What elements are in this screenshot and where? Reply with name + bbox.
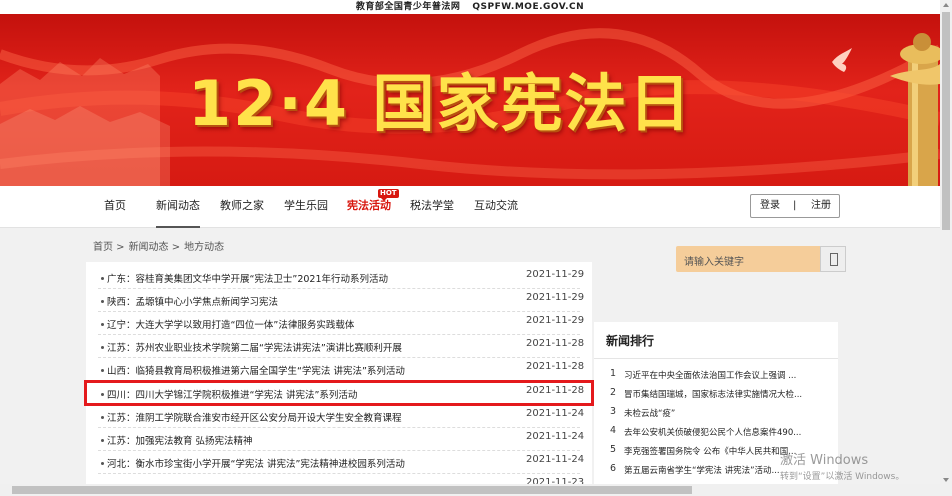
news-item-title[interactable]: 广东：容桂育美集团文华中学开展“宪法卫士”2021年行动系列活动 <box>107 271 497 285</box>
auth-separator: | <box>793 200 797 211</box>
bullet-icon <box>101 439 104 442</box>
ranking-heading: 新闻排行 <box>606 334 655 348</box>
news-item[interactable]: 江苏：苏州农业职业技术学院第二届“学宪法讲宪法”演讲比赛顺利开展 2021-11-… <box>86 336 592 358</box>
bullet-icon <box>101 346 104 349</box>
site-domain: QSPFW.MOE.GOV.CN <box>472 2 585 12</box>
ranking-item[interactable]: 3 未检云战“疫” <box>610 404 832 422</box>
ranking-number: 1 <box>610 368 617 379</box>
news-item[interactable]: 江苏：淮阴工学院联合淮安市经开区公安分局开设大学生安全教育课程 2021-11-2… <box>86 406 592 428</box>
nav-home[interactable]: 首页 <box>100 186 130 228</box>
ranking-number: 4 <box>610 425 617 436</box>
bullet-icon <box>101 369 104 372</box>
news-item-date: 2021-11-24 <box>526 431 585 442</box>
vertical-scrollbar[interactable] <box>940 0 952 496</box>
breadcrumb-news[interactable]: 新闻动态 > <box>129 242 181 253</box>
news-item-date: 2021-11-24 <box>526 454 585 465</box>
nav-students[interactable]: 学生乐园 <box>282 186 330 228</box>
news-item[interactable]: 山西：临猗县教育局积极推进第六届全国学生“学宪法 讲宪法”系列活动 2021-11… <box>86 359 592 381</box>
bullet-icon <box>101 416 104 419</box>
bullet-icon <box>101 323 104 326</box>
breadcrumb-home[interactable]: 首页 > <box>93 242 125 253</box>
breadcrumb: 首页 > 新闻动态 > 地方动态 <box>93 238 228 253</box>
nav-news[interactable]: 新闻动态 <box>152 186 204 228</box>
news-item-title[interactable]: 江苏：加强宪法教育 弘扬宪法精神 <box>107 433 497 447</box>
site-name: 教育部全国青少年普法网 <box>355 2 461 12</box>
news-item[interactable]: 广东：容桂育美集团文华中学开展“宪法卫士”2021年行动系列活动 2021-11-… <box>86 267 592 289</box>
news-item-title[interactable]: 山西：临猗县教育局积极推进第六届全国学生“学宪法 讲宪法”系列活动 <box>107 363 497 377</box>
horizontal-scrollbar[interactable] <box>0 484 940 496</box>
news-item-date: 2021-11-24 <box>526 408 585 419</box>
vertical-scroll-thumb[interactable] <box>942 12 950 230</box>
highlight-box <box>84 380 594 406</box>
bullet-icon <box>101 462 104 465</box>
ranking-item[interactable]: 1 习近平在中央全面依法治国工作会议上强调 ... <box>610 366 832 384</box>
dove-icon <box>832 48 852 72</box>
hero-banner: 12·4 国家宪法日 <box>0 14 940 186</box>
login-link[interactable]: 登录 <box>760 195 780 217</box>
search-button-icon[interactable] <box>820 246 846 272</box>
ranking-title[interactable]: 去年公安机关侦破侵犯公民个人信息案件490... <box>624 426 836 438</box>
news-item-date: 2021-11-29 <box>526 292 585 303</box>
search-input[interactable]: 请输入关键字 <box>684 253 744 268</box>
nav-interaction[interactable]: 互动交流 <box>472 186 520 228</box>
news-item-title[interactable]: 江苏：苏州农业职业技术学院第二届“学宪法讲宪法”演讲比赛顺利开展 <box>107 340 497 354</box>
ranking-item[interactable]: 2 冒币集结国瑞城，国家标志法律实施情况大检... <box>610 385 832 403</box>
news-item[interactable]: 陕西：孟塬镇中心小学焦点新闻学习宪法 2021-11-29 <box>86 290 592 312</box>
ranking-item[interactable]: 4 去年公安机关侦破侵犯公民个人信息案件490... <box>610 423 832 441</box>
hot-badge: HOT <box>378 189 399 201</box>
ranking-number: 5 <box>610 444 617 455</box>
news-item[interactable]: 辽宁：大连大学学以致用打造“四位一体”法律服务实践载体 2021-11-29 <box>86 313 592 335</box>
news-item-title[interactable]: 河北：衡水市珍宝街小学开展“学宪法 讲宪法”宪法精神进校园系列活动 <box>107 456 497 470</box>
news-item-title[interactable]: 江苏：淮阴工学院联合淮安市经开区公安分局开设大学生安全教育课程 <box>107 410 497 424</box>
news-item-title[interactable]: 陕西：孟塬镇中心小学焦点新闻学习宪法 <box>107 294 497 308</box>
horizontal-scroll-thumb[interactable] <box>12 486 692 494</box>
scroll-up-icon[interactable] <box>943 3 949 7</box>
scroll-down-icon[interactable] <box>943 478 949 482</box>
ranking-item[interactable]: 6 第五届云南省学生“学宪法 讲宪法”活动... <box>610 461 832 479</box>
main-nav: 首页 新闻动态 教师之家 学生乐园 宪法活动 HOT 税法学堂 互动交流 登录 … <box>0 186 940 228</box>
news-item-title[interactable]: 辽宁：大连大学学以致用打造“四位一体”法律服务实践载体 <box>107 317 497 331</box>
bullet-icon <box>101 277 104 280</box>
breadcrumb-local: 地方动态 <box>184 242 225 253</box>
ranking-number: 3 <box>610 406 617 417</box>
ranking-title[interactable]: 第五届云南省学生“学宪法 讲宪法”活动... <box>624 464 836 476</box>
ranking-title[interactable]: 未检云战“疫” <box>624 407 836 419</box>
ranking-number: 2 <box>610 387 617 398</box>
news-ranking-panel: 新闻排行 1 习近平在中央全面依法治国工作会议上强调 ... 2 冒币集结国瑞城，国… <box>594 322 838 496</box>
bullet-icon <box>101 300 104 303</box>
nav-teachers[interactable]: 教师之家 <box>218 186 266 228</box>
ranking-title[interactable]: 习近平在中央全面依法治国工作会议上强调 ... <box>624 369 836 381</box>
news-item-date: 2021-11-28 <box>526 338 585 349</box>
ranking-item[interactable]: 5 李克强签署国务院令 公布《中华人民共和国... <box>610 442 832 460</box>
nav-tax-law[interactable]: 税法学堂 <box>408 186 456 228</box>
search-box[interactable]: 请输入关键字 <box>676 246 846 272</box>
auth-box: 登录 | 注册 <box>750 194 840 218</box>
nav-constitution-activities[interactable]: 宪法活动 HOT <box>345 186 399 228</box>
ranking-number: 6 <box>610 463 617 474</box>
ranking-title[interactable]: 冒币集结国瑞城，国家标志法律实施情况大检... <box>624 388 836 400</box>
news-item[interactable]: 江苏：加强宪法教育 弘扬宪法精神 2021-11-24 <box>86 429 592 451</box>
news-item[interactable]: 河北：衡水市珍宝街小学开展“学宪法 讲宪法”宪法精神进校园系列活动 2021-11… <box>86 452 592 474</box>
register-link[interactable]: 注册 <box>811 195 831 217</box>
news-item-date: 2021-11-29 <box>526 269 585 280</box>
news-item-date: 2021-11-29 <box>526 315 585 326</box>
news-list: 广东：容桂育美集团文华中学开展“宪法卫士”2021年行动系列活动 2021-11-… <box>86 262 592 496</box>
news-item-date: 2021-11-28 <box>526 361 585 372</box>
banner-title: 12·4 国家宪法日 <box>188 67 693 140</box>
site-topbar: 教育部全国青少年普法网 QSPFW.MOE.GOV.CN <box>0 0 940 14</box>
ranking-title[interactable]: 李克强签署国务院令 公布《中华人民共和国... <box>624 445 836 457</box>
